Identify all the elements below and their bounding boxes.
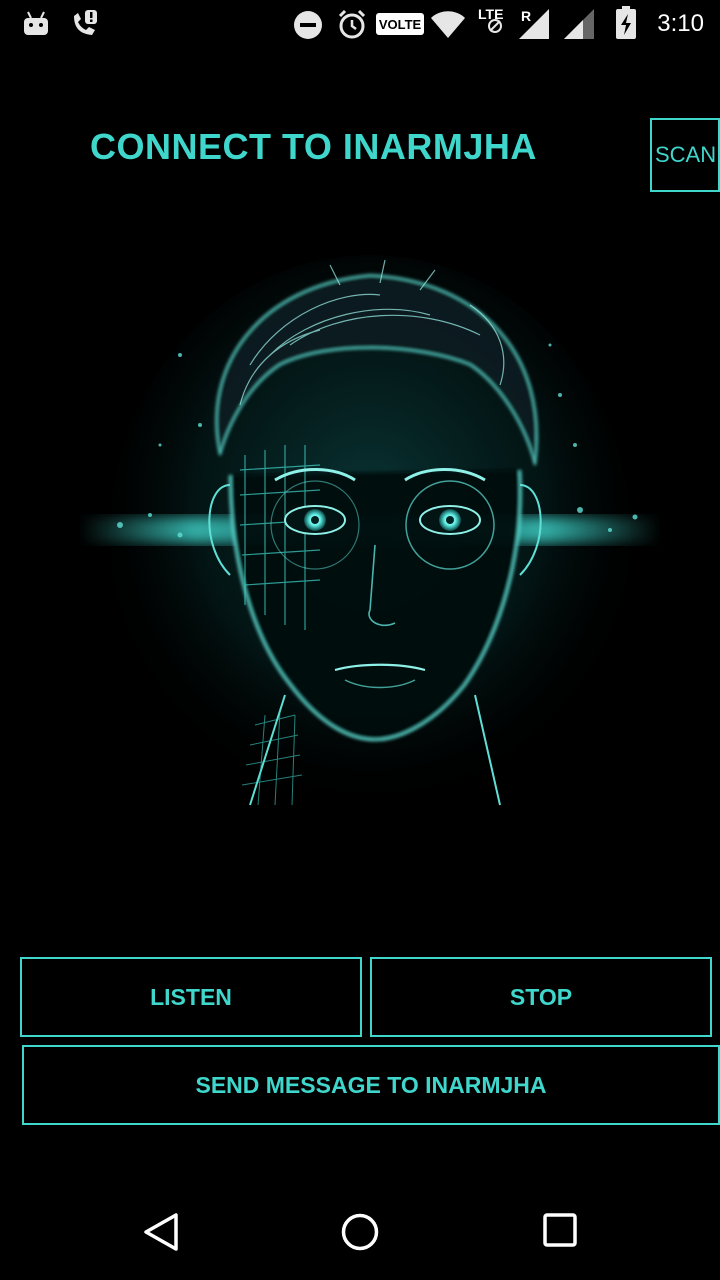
- lte-blocked-icon: [487, 18, 503, 39]
- battery-charging-icon: [615, 6, 637, 45]
- android-icon: [22, 10, 50, 41]
- send-message-button[interactable]: SEND MESSAGE TO INARMJHA: [22, 1045, 720, 1125]
- recents-icon[interactable]: [542, 1212, 578, 1253]
- page-title: CONNECT TO INARMJHA: [90, 126, 537, 167]
- volte-icon: VOLTE: [376, 13, 424, 35]
- signal-icon: [518, 8, 550, 45]
- face-illustration: [80, 245, 660, 850]
- clock: 3:10: [657, 10, 704, 37]
- missed-call-icon: [68, 8, 100, 45]
- alarm-icon: [336, 8, 368, 45]
- wifi-icon: [430, 10, 466, 45]
- back-icon[interactable]: [142, 1212, 180, 1257]
- scan-button[interactable]: SCAN: [650, 118, 720, 192]
- signal-icon-2: [563, 8, 595, 45]
- status-bar: VOLTE LTE R 3:10: [0, 0, 720, 48]
- app-screen: VOLTE LTE R 3:10 CONNECT TO INARMJHA SCA…: [0, 0, 720, 1280]
- listen-button[interactable]: LISTEN: [20, 957, 362, 1037]
- home-icon[interactable]: [340, 1212, 380, 1257]
- navigation-bar: [0, 1184, 720, 1280]
- do-not-disturb-icon: [293, 10, 323, 45]
- stop-button[interactable]: STOP: [370, 957, 712, 1037]
